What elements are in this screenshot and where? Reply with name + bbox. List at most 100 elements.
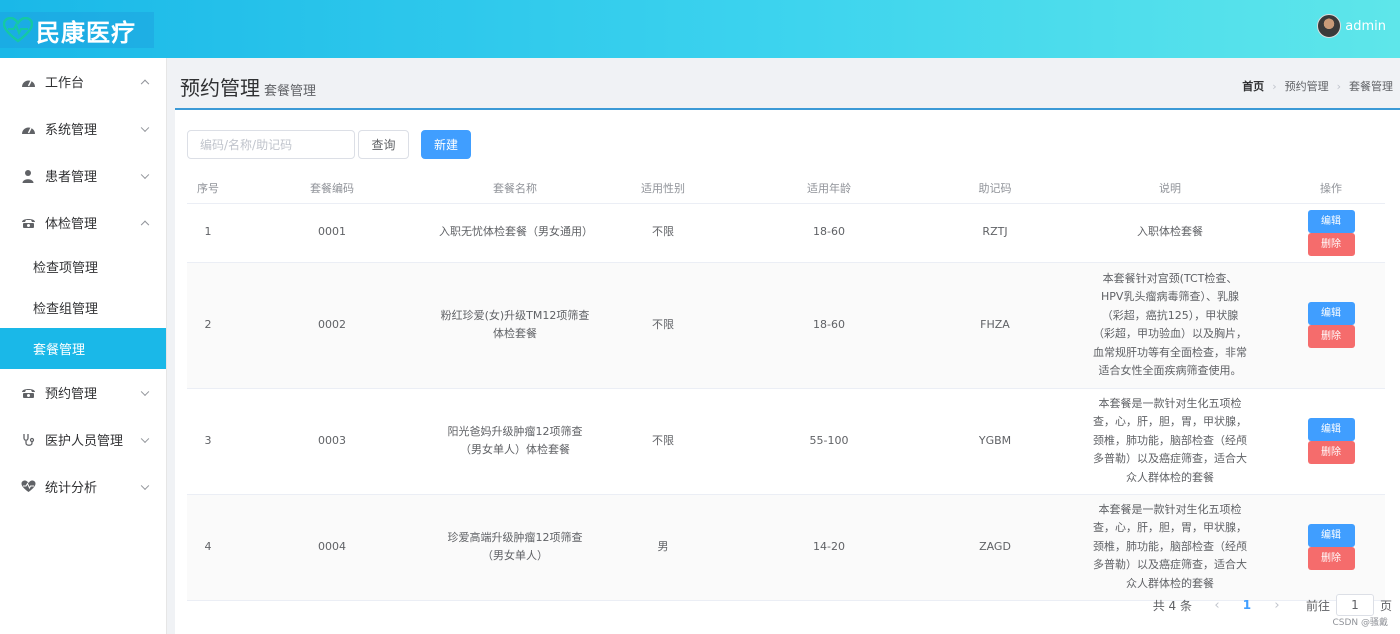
sidebar-item-patients[interactable]: 患者管理 bbox=[0, 152, 166, 199]
sidebar-subitem-check-items[interactable]: 检查项管理 bbox=[0, 246, 166, 287]
breadcrumb-item: 套餐管理 bbox=[1349, 80, 1393, 93]
main-content: 预约管理套餐管理 首页 › 预约管理 › 套餐管理 查询 新建 序号 套餐编码 bbox=[167, 58, 1400, 634]
cell-code: 0004 bbox=[229, 494, 435, 601]
cell-code: 0003 bbox=[229, 388, 435, 495]
chevron-right-icon: › bbox=[1272, 79, 1277, 93]
dashboard-icon bbox=[20, 121, 36, 137]
phone-icon bbox=[20, 215, 36, 231]
edit-button[interactable]: 编辑 bbox=[1307, 302, 1355, 325]
cell-gender: 不限 bbox=[595, 388, 731, 495]
delete-button[interactable]: 删除 bbox=[1307, 325, 1355, 348]
page-number[interactable]: 1 bbox=[1232, 598, 1262, 612]
cell-name: 粉红珍爱(女)升级TM12项筛查体检套餐 bbox=[435, 262, 595, 389]
cell-actions: 编辑删除 bbox=[1277, 262, 1385, 389]
watermark: CSDN @骚戴 bbox=[1332, 618, 1388, 628]
toolbar: 查询 新建 bbox=[187, 130, 471, 159]
cell-gender: 不限 bbox=[595, 203, 731, 263]
cell-description: 本套餐针对宫颈(TCT检查、HPV乳头瘤病毒筛查）、乳腺（彩超，癌抗125），甲… bbox=[1063, 262, 1277, 389]
breadcrumb: 首页 › 预约管理 › 套餐管理 bbox=[1242, 78, 1393, 94]
cell-actions: 编辑删除 bbox=[1277, 203, 1385, 263]
cell-name: 入职无忧体检套餐（男女通用） bbox=[435, 203, 595, 263]
edit-button[interactable]: 编辑 bbox=[1307, 418, 1355, 441]
logo[interactable]: 民康医疗 bbox=[0, 12, 154, 48]
cell-name: 阳光爸妈升级肿瘤12项筛查（男女单人）体检套餐 bbox=[435, 388, 595, 495]
chevron-right-icon[interactable]: › bbox=[1262, 598, 1292, 613]
chevron-up-icon bbox=[140, 79, 150, 88]
table-row: 4 0004 珍爱高端升级肿瘤12项筛查（男女单人） 男 14-20 ZAGD … bbox=[187, 494, 1385, 601]
column-header: 适用年龄 bbox=[731, 173, 927, 204]
heart-pulse-icon bbox=[20, 479, 36, 495]
sidebar-item-appointments[interactable]: 预约管理 bbox=[0, 369, 166, 416]
column-header: 操作 bbox=[1277, 173, 1385, 204]
cell-mnemonic: ZAGD bbox=[927, 494, 1063, 601]
search-input[interactable] bbox=[187, 130, 355, 159]
new-button[interactable]: 新建 bbox=[421, 130, 471, 159]
cell-description: 本套餐是一款针对生化五项检查，心，肝，胆，胃，甲状腺，颈椎，肺功能，脑部检查（经… bbox=[1063, 388, 1277, 495]
edit-button[interactable]: 编辑 bbox=[1307, 209, 1355, 233]
cell-index: 3 bbox=[187, 388, 229, 495]
chevron-left-icon[interactable]: ‹ bbox=[1202, 598, 1232, 613]
top-header: 民康医疗 admin bbox=[0, 0, 1400, 58]
logo-text: 民康医疗 bbox=[36, 18, 136, 47]
cell-actions: 编辑删除 bbox=[1277, 388, 1385, 495]
sidebar-subitem-packages[interactable]: 套餐管理 bbox=[0, 328, 166, 369]
cell-mnemonic: FHZA bbox=[927, 262, 1063, 389]
sidebar-item-label: 统计分析 bbox=[45, 481, 98, 496]
breadcrumb-item: 预约管理 bbox=[1284, 80, 1329, 93]
chevron-up-icon bbox=[140, 220, 150, 229]
sidebar-item-label: 系统管理 bbox=[45, 123, 98, 138]
cell-actions: 编辑删除 bbox=[1277, 494, 1385, 601]
username[interactable]: admin bbox=[1345, 19, 1386, 34]
column-header: 说明 bbox=[1063, 173, 1277, 204]
query-button[interactable]: 查询 bbox=[358, 130, 409, 159]
table-row: 1 0001 入职无忧体检套餐（男女通用） 不限 18-60 RZTJ 入职体检… bbox=[187, 203, 1385, 263]
user-menu[interactable]: admin bbox=[1317, 14, 1386, 38]
chevron-right-icon: › bbox=[1336, 79, 1341, 93]
pagination: 共 4 条 ‹ 1 › 前往 页 bbox=[1153, 594, 1392, 616]
cell-mnemonic: YGBM bbox=[927, 388, 1063, 495]
pagination-total: 共 4 条 bbox=[1152, 598, 1192, 613]
stethoscope-icon bbox=[20, 432, 36, 448]
cell-code: 0001 bbox=[229, 203, 435, 263]
delete-button[interactable]: 删除 bbox=[1307, 547, 1355, 570]
cell-description: 入职体检套餐 bbox=[1063, 203, 1277, 263]
cell-index: 2 bbox=[187, 262, 229, 389]
heart-logo-icon bbox=[0, 14, 36, 46]
user-icon bbox=[20, 168, 36, 184]
table-header-row: 序号 套餐编码 套餐名称 适用性别 适用年龄 助记码 说明 操作 bbox=[187, 173, 1385, 204]
column-header: 序号 bbox=[187, 173, 229, 204]
column-header: 套餐编码 bbox=[229, 173, 435, 204]
sidebar-item-checkup[interactable]: 体检管理 bbox=[0, 199, 166, 246]
cell-gender: 不限 bbox=[595, 262, 731, 389]
cell-mnemonic: RZTJ bbox=[927, 203, 1063, 263]
sidebar-item-label: 工作台 bbox=[45, 76, 85, 91]
chevron-down-icon bbox=[140, 434, 150, 443]
sidebar-item-medical-staff[interactable]: 医护人员管理 bbox=[0, 416, 166, 463]
sidebar-item-system[interactable]: 系统管理 bbox=[0, 105, 166, 152]
edit-button[interactable]: 编辑 bbox=[1307, 524, 1355, 547]
goto-label: 前往 bbox=[1305, 598, 1330, 613]
avatar[interactable] bbox=[1317, 14, 1342, 38]
chevron-down-icon bbox=[140, 123, 150, 132]
goto-page-input[interactable] bbox=[1335, 594, 1374, 616]
breadcrumb-home[interactable]: 首页 bbox=[1242, 78, 1264, 94]
sidebar-item-statistics[interactable]: 统计分析 bbox=[0, 463, 166, 510]
sidebar-subitem-check-groups[interactable]: 检查组管理 bbox=[0, 287, 166, 328]
sidebar-item-label: 体检管理 bbox=[45, 217, 98, 232]
page-header: 预约管理 套餐管理 首页 › 预约管理 › 套餐管理 bbox=[167, 58, 1400, 110]
cell-age: 18-60 bbox=[731, 262, 927, 389]
column-header: 适用性别 bbox=[595, 173, 731, 204]
dashboard-icon bbox=[20, 74, 36, 90]
page-title: 预约管理 套餐管理 bbox=[180, 72, 316, 101]
cell-age: 55-100 bbox=[731, 388, 927, 495]
column-header: 助记码 bbox=[927, 173, 1063, 204]
cell-age: 18-60 bbox=[731, 203, 927, 263]
delete-button[interactable]: 删除 bbox=[1307, 441, 1355, 464]
table-row: 3 0003 阳光爸妈升级肿瘤12项筛查（男女单人）体检套餐 不限 55-100… bbox=[187, 388, 1385, 495]
package-table: 序号 套餐编码 套餐名称 适用性别 适用年龄 助记码 说明 操作 1 0001 … bbox=[187, 173, 1385, 601]
sidebar-item-workbench[interactable]: 工作台 bbox=[0, 58, 166, 105]
chevron-down-icon bbox=[140, 481, 150, 490]
page-title-text: 预约管理 bbox=[180, 76, 260, 100]
delete-button[interactable]: 删除 bbox=[1307, 232, 1355, 256]
chevron-down-icon bbox=[140, 387, 150, 396]
